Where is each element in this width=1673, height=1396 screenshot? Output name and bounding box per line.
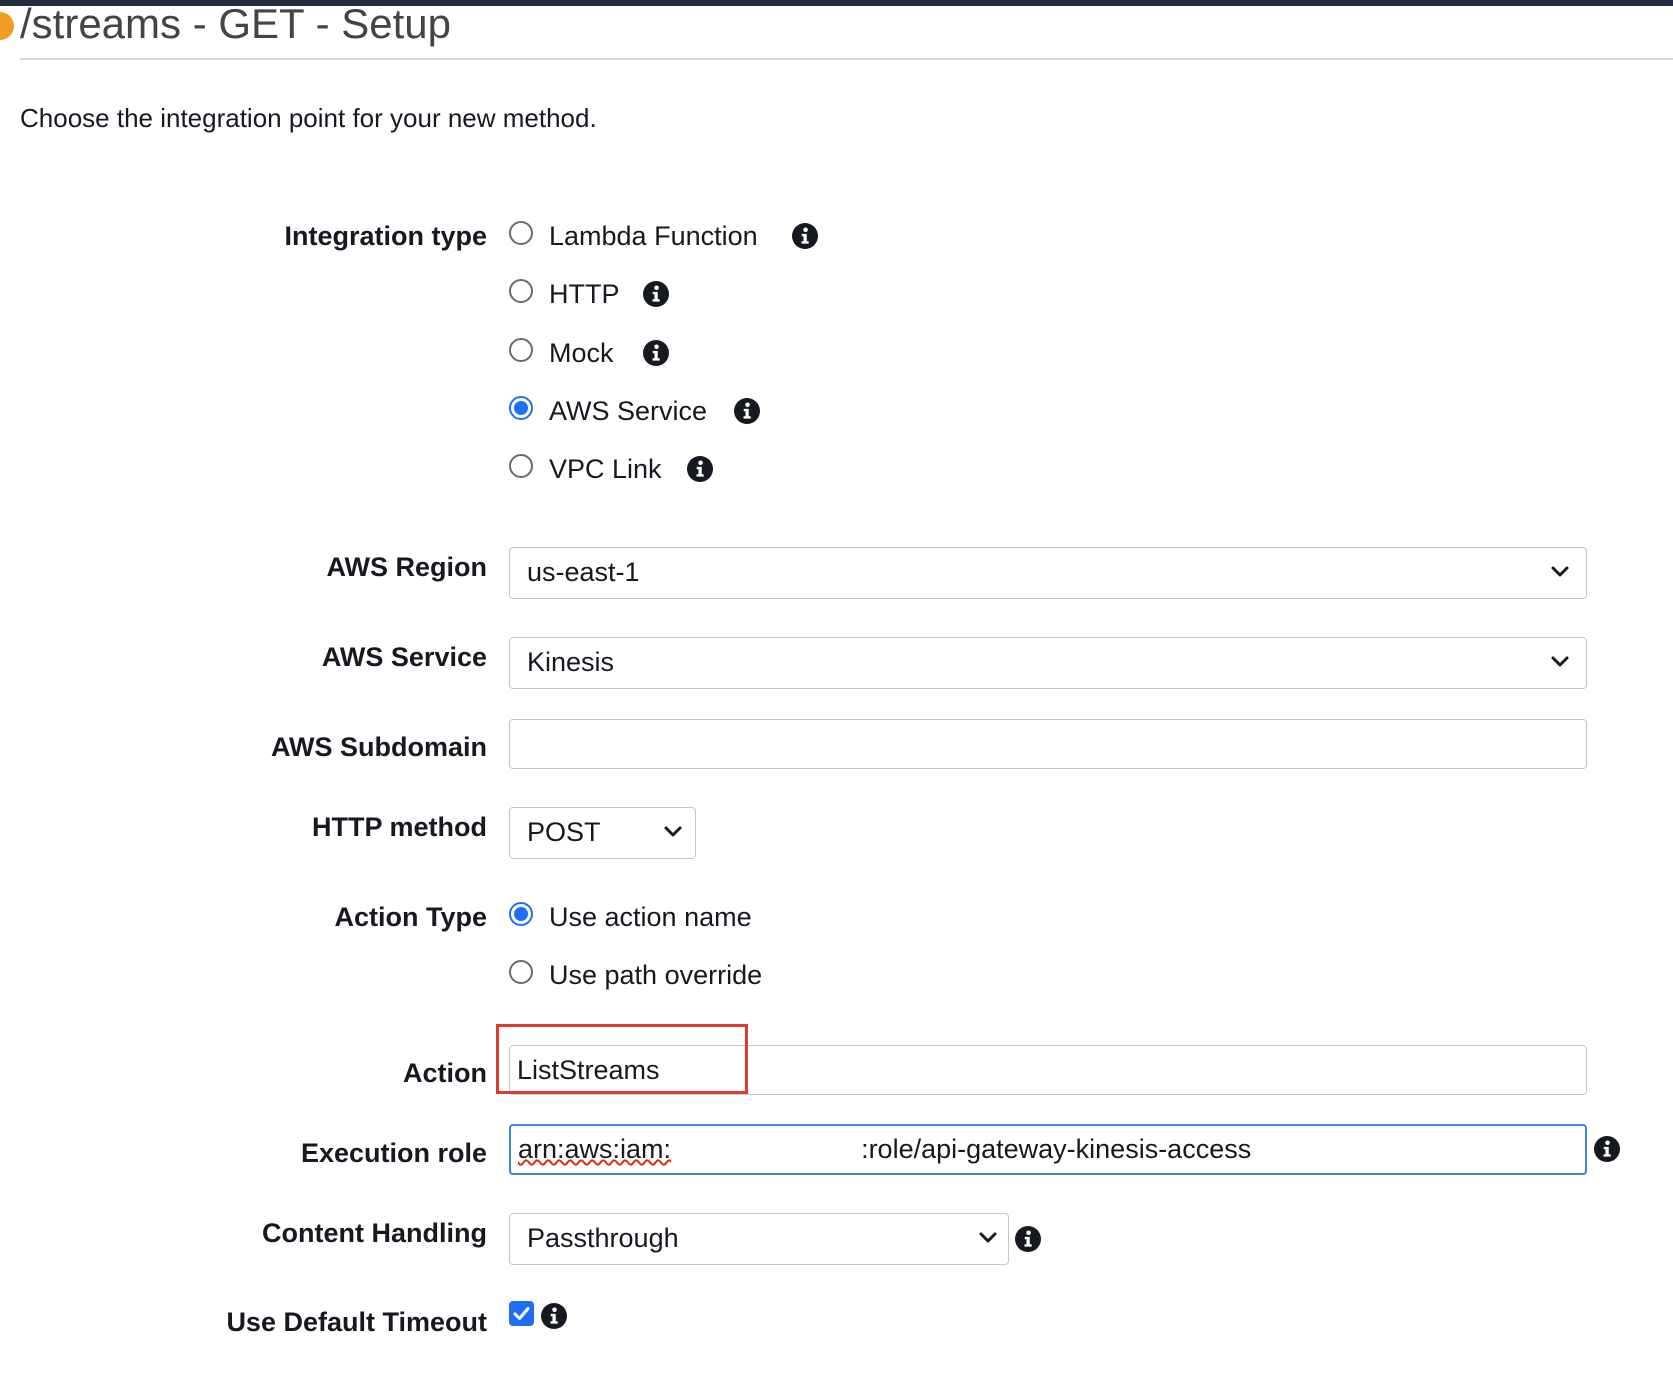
aws-service-label: AWS Service <box>321 642 487 672</box>
aws-region-label: AWS Region <box>326 552 488 582</box>
radio-vpc-link[interactable] <box>509 454 533 478</box>
radio-mock[interactable] <box>509 338 533 362</box>
chevron-down-icon <box>1550 565 1570 579</box>
default-timeout-info-icon[interactable] <box>541 1303 567 1329</box>
aws-subdomain-input[interactable] <box>509 719 1587 769</box>
content-handling-info-icon[interactable] <box>1015 1226 1041 1252</box>
vpc-link-info-icon[interactable] <box>687 456 713 482</box>
intro-text: Choose the integration point for your ne… <box>20 103 597 133</box>
radio-use-path-override[interactable] <box>509 960 533 984</box>
chevron-down-icon <box>663 825 683 839</box>
option-aws-service-label: AWS Service <box>549 396 708 426</box>
aws-service-select[interactable]: Kinesis <box>509 637 1587 689</box>
chevron-down-icon <box>1550 655 1570 669</box>
http-method-value: POST <box>527 817 601 847</box>
radio-aws-service[interactable] <box>509 396 533 420</box>
option-vpc-link-label: VPC Link <box>549 454 662 484</box>
aws-region-select[interactable]: us-east-1 <box>509 547 1587 599</box>
execution-role-suffix: :role/api-gateway-kinesis-access <box>861 1134 1252 1164</box>
content-handling-value: Passthrough <box>527 1223 679 1253</box>
chevron-down-icon <box>978 1231 998 1245</box>
execution-role-info-icon[interactable] <box>1594 1136 1620 1162</box>
aws-service-value: Kinesis <box>527 647 615 677</box>
action-label: Action <box>403 1058 487 1088</box>
radio-lambda-function[interactable] <box>509 221 533 245</box>
execution-role-prefix: arn:aws:iam: <box>518 1134 672 1164</box>
action-type-label: Action Type <box>334 902 487 932</box>
mock-info-icon[interactable] <box>643 340 669 366</box>
aws-service-info-icon[interactable] <box>734 398 760 424</box>
content-handling-select[interactable]: Passthrough <box>509 1213 1009 1265</box>
execution-role-label: Execution role <box>300 1138 487 1168</box>
option-http-label: HTTP <box>549 279 620 309</box>
title-divider <box>20 58 1673 60</box>
option-lambda-function-label: Lambda Function <box>549 221 758 251</box>
default-timeout-label: Use Default Timeout <box>226 1307 487 1337</box>
content-handling-label: Content Handling <box>262 1218 487 1248</box>
annotation-highlight-box <box>496 1024 748 1094</box>
integration-type-label: Integration type <box>284 221 487 251</box>
option-use-path-override-label: Use path override <box>549 960 763 990</box>
radio-use-action-name[interactable] <box>509 902 533 926</box>
default-timeout-checkbox[interactable] <box>509 1301 534 1326</box>
http-method-select[interactable]: POST <box>509 807 696 859</box>
execution-role-input[interactable]: arn:aws:iam: :role/api-gateway-kinesis-ac… <box>509 1124 1587 1175</box>
checkmark-icon <box>513 1307 530 1320</box>
aws-region-value: us-east-1 <box>527 557 640 587</box>
http-info-icon[interactable] <box>643 281 669 307</box>
page-title: /streams - GET - Setup <box>20 0 452 47</box>
lambda-info-icon[interactable] <box>792 223 818 249</box>
option-mock-label: Mock <box>549 338 614 368</box>
radio-http[interactable] <box>509 279 533 303</box>
http-method-label: HTTP method <box>312 812 487 842</box>
aws-subdomain-label: AWS Subdomain <box>271 732 487 762</box>
resource-status-icon <box>0 12 14 40</box>
option-use-action-name-label: Use action name <box>549 902 752 932</box>
